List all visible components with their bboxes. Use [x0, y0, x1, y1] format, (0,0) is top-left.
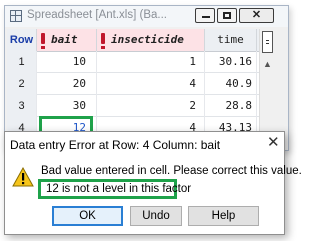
bait-cell[interactable]: 10 — [37, 51, 97, 73]
ok-button[interactable]: OK — [52, 206, 123, 226]
header-row: Row bait insecticide time — [7, 29, 275, 52]
spreadsheet-window: Spreadsheet [Ant.xls] (Ba... ✕ Row bait … — [4, 5, 289, 151]
bait-cell[interactable]: 30 — [37, 95, 97, 117]
bait-header-label: bait — [51, 33, 78, 46]
row-column-header[interactable]: Row — [7, 29, 37, 51]
maximize-button[interactable] — [217, 8, 237, 23]
time-cell[interactable]: 30.16 — [205, 51, 257, 73]
data-entry-error-dialog: Data entry Error at Row: 4 Column: bait … — [4, 131, 302, 235]
row-number[interactable]: 3 — [7, 95, 37, 117]
close-icon: ✕ — [251, 9, 262, 21]
time-cell[interactable]: 28.8 — [205, 95, 257, 117]
window-close-button[interactable]: ✕ — [239, 8, 274, 23]
bait-column-header[interactable]: bait — [37, 29, 97, 51]
warning-icon — [12, 167, 34, 187]
insecticide-cell[interactable]: 1 — [97, 51, 205, 73]
factor-flag-icon — [41, 33, 45, 49]
row-number[interactable]: 2 — [7, 73, 37, 95]
window-title: Spreadsheet [Ant.xls] (Ba... — [27, 9, 167, 21]
time-column-header[interactable]: time — [205, 29, 257, 51]
minimize-icon — [202, 16, 210, 18]
insecticide-cell[interactable]: 2 — [97, 95, 205, 117]
time-cell[interactable]: 40.9 — [205, 73, 257, 95]
error-detail: 12 is not a level in this factor — [46, 183, 192, 195]
maximize-icon — [223, 12, 231, 19]
spreadsheet-icon — [10, 10, 22, 22]
table-row: 3 30 2 28.8 — [7, 95, 275, 117]
scrollbar-thumb[interactable] — [262, 31, 273, 53]
insecticide-cell[interactable]: 4 — [97, 73, 205, 95]
dialog-title: Data entry Error at Row: 4 Column: bait — [10, 138, 221, 152]
window-titlebar[interactable]: Spreadsheet [Ant.xls] (Ba... ✕ — [5, 6, 288, 27]
row-number[interactable]: 1 — [7, 51, 37, 73]
minimize-button[interactable] — [195, 8, 215, 23]
factor-flag-icon — [101, 33, 105, 49]
error-message: Bad value entered in cell. Please correc… — [41, 165, 302, 177]
help-button[interactable]: Help — [188, 206, 259, 226]
undo-button[interactable]: Undo — [130, 206, 182, 226]
dialog-close-icon[interactable]: ✕ — [267, 135, 280, 151]
table-row: 2 20 4 40.9 — [7, 73, 275, 95]
bait-cell[interactable]: 20 — [37, 73, 97, 95]
scroll-up-icon[interactable]: ▲ — [263, 59, 272, 69]
insecticide-header-label: insecticide — [111, 33, 184, 46]
table-row: 1 10 1 30.16 — [7, 51, 275, 73]
insecticide-column-header[interactable]: insecticide — [97, 29, 205, 51]
